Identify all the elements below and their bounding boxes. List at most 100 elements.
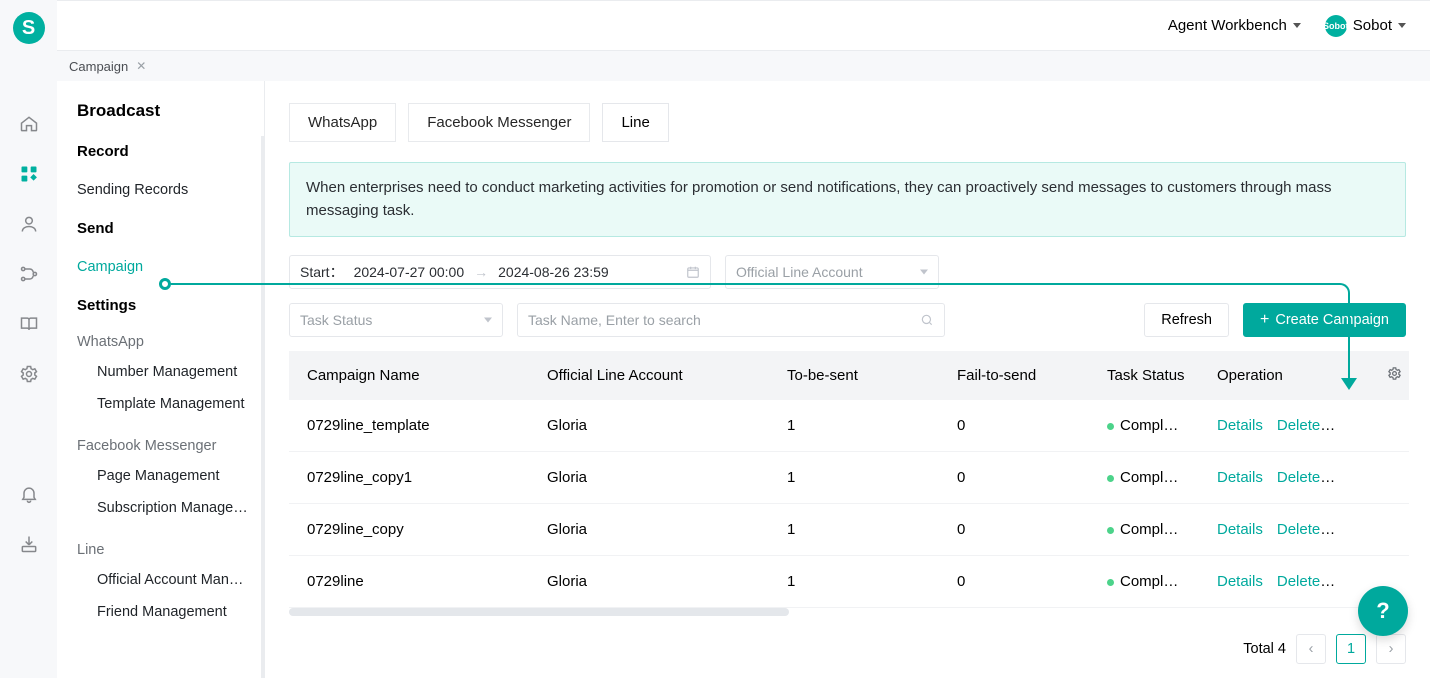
- pagination-page-1[interactable]: 1: [1336, 634, 1366, 664]
- avatar: Sobot: [1325, 15, 1347, 37]
- nav-item-subscription-management[interactable]: Subscription Manage…: [77, 492, 264, 524]
- range-end: 2024-08-26 23:59: [498, 264, 609, 280]
- cell-official-line-account: Gloria: [529, 504, 769, 556]
- nav-item-page-management[interactable]: Page Management: [77, 460, 264, 492]
- create-campaign-label: Create Campaign: [1275, 312, 1389, 328]
- pagination-prev-button[interactable]: ‹: [1296, 634, 1326, 664]
- official-line-account-select[interactable]: Official Line Account: [725, 255, 939, 289]
- apps-icon[interactable]: [19, 164, 39, 184]
- search-placeholder: Task Name, Enter to search: [528, 312, 701, 328]
- task-status-select[interactable]: Task Status: [289, 303, 503, 337]
- cell-to-be-sent: 1: [769, 452, 939, 504]
- details-link[interactable]: Details: [1217, 417, 1263, 434]
- user-icon[interactable]: [19, 214, 39, 234]
- workbench-label: Agent Workbench: [1168, 17, 1287, 34]
- cell-campaign-name: 0729line_copy1: [289, 452, 529, 504]
- cell-to-be-sent: 1: [769, 400, 939, 452]
- cell-empty: [1369, 504, 1409, 556]
- nav-item-friend-management[interactable]: Friend Management: [77, 596, 264, 628]
- caret-down-icon: [1398, 23, 1406, 28]
- user-menu[interactable]: Sobot Sobot: [1325, 15, 1406, 37]
- reuse-link[interactable]: Reuse: [1334, 521, 1369, 538]
- nav-subgroup-facebook: Facebook Messenger: [77, 432, 264, 460]
- table-row: 0729line_copy1Gloria10Comple… Details Dele…: [289, 452, 1409, 504]
- details-link[interactable]: Details: [1217, 469, 1263, 486]
- status-dot-icon: [1107, 423, 1114, 430]
- workbench-dropdown[interactable]: Agent Workbench: [1168, 17, 1301, 34]
- caret-down-icon: [1293, 23, 1301, 28]
- reuse-link[interactable]: Reuse: [1334, 469, 1369, 486]
- create-campaign-button[interactable]: + Create Campaign: [1243, 303, 1406, 337]
- cell-fail-to-send: 0: [939, 452, 1089, 504]
- page-tab-strip: Campaign ✕: [57, 51, 1430, 81]
- nav-item-number-management[interactable]: Number Management: [77, 356, 264, 388]
- page-tab-label[interactable]: Campaign: [69, 59, 128, 74]
- nav-subgroup-whatsapp: WhatsApp: [77, 328, 264, 356]
- top-header: Agent Workbench Sobot Sobot: [57, 0, 1430, 51]
- cell-campaign-name: 0729line: [289, 556, 529, 608]
- cell-operation: Details Delete Reuse: [1199, 452, 1369, 504]
- cell-official-line-account: Gloria: [529, 452, 769, 504]
- task-name-search-input[interactable]: Task Name, Enter to search: [517, 303, 945, 337]
- delete-link[interactable]: Delete: [1277, 573, 1320, 590]
- cell-campaign-name: 0729line_copy: [289, 504, 529, 556]
- tab-facebook-messenger[interactable]: Facebook Messenger: [408, 103, 590, 142]
- delete-link[interactable]: Delete: [1277, 469, 1320, 486]
- cell-campaign-name: 0729line_template: [289, 400, 529, 452]
- settings-icon[interactable]: [19, 364, 39, 384]
- range-start: 2024-07-27 00:00: [354, 264, 465, 280]
- table-row: 0729line_copyGloria10Comple…DetailsDelet…: [289, 504, 1409, 556]
- tab-line[interactable]: Line: [602, 103, 668, 142]
- bell-icon[interactable]: [19, 484, 39, 504]
- flow-icon[interactable]: [19, 264, 39, 284]
- home-icon[interactable]: [19, 114, 39, 134]
- status-dot-icon: [1107, 527, 1114, 534]
- cell-fail-to-send: 0: [939, 556, 1089, 608]
- channel-tabs: WhatsApp Facebook Messenger Line: [289, 103, 1406, 142]
- nav-item-campaign[interactable]: Campaign: [77, 251, 264, 283]
- nav-item-official-account-management[interactable]: Official Account Man…: [77, 564, 264, 596]
- pagination-next-button[interactable]: ›: [1376, 634, 1406, 664]
- cell-empty: [1369, 400, 1409, 452]
- main-content: WhatsApp Facebook Messenger Line When en…: [265, 81, 1430, 678]
- cell-to-be-sent: 1: [769, 504, 939, 556]
- date-range-input[interactable]: Start： 2024-07-27 00:00 → 2024-08-26 23:…: [289, 255, 711, 289]
- campaign-table: Campaign Name Official Line Account To-b…: [289, 351, 1406, 618]
- status-dot-icon: [1107, 475, 1114, 482]
- search-icon: [920, 313, 934, 327]
- delete-link[interactable]: Delete: [1277, 521, 1320, 538]
- calendar-icon: [686, 265, 700, 279]
- cell-task-status: Comple…: [1089, 452, 1199, 504]
- delete-link[interactable]: Delete: [1277, 417, 1320, 434]
- col-campaign-name: Campaign Name: [289, 351, 529, 400]
- tab-whatsapp[interactable]: WhatsApp: [289, 103, 396, 142]
- cell-task-status: Comple…: [1089, 400, 1199, 452]
- col-to-be-sent: To-be-sent: [769, 351, 939, 400]
- close-icon[interactable]: ✕: [136, 59, 146, 73]
- table-row: 0729line_templateGloria10Comple…DetailsD…: [289, 400, 1409, 452]
- cell-fail-to-send: 0: [939, 400, 1089, 452]
- horizontal-scrollbar[interactable]: [289, 606, 1406, 618]
- select-placeholder: Task Status: [300, 312, 372, 328]
- cell-official-line-account: Gloria: [529, 556, 769, 608]
- nav-group-settings: Settings: [77, 297, 264, 314]
- table-row: 0729lineGloria10Comple…DetailsDeleteReus…: [289, 556, 1409, 608]
- reuse-link[interactable]: Reuse: [1334, 417, 1369, 434]
- details-link[interactable]: Details: [1217, 573, 1263, 590]
- scrollbar-thumb[interactable]: [289, 608, 789, 616]
- help-fab[interactable]: ?: [1358, 586, 1408, 636]
- download-icon[interactable]: [19, 534, 39, 554]
- refresh-button[interactable]: Refresh: [1144, 303, 1229, 337]
- cell-fail-to-send: 0: [939, 504, 1089, 556]
- reuse-link[interactable]: Reuse: [1334, 573, 1369, 590]
- table-settings-button[interactable]: [1369, 351, 1409, 400]
- nav-item-sending-records[interactable]: Sending Records: [77, 174, 264, 206]
- brand-logo[interactable]: S: [13, 12, 45, 44]
- nav-group-record: Record: [77, 143, 264, 160]
- cell-operation: Details Delete Reuse: [1199, 504, 1369, 556]
- book-icon[interactable]: [19, 314, 39, 334]
- table-header-row: Campaign Name Official Line Account To-b…: [289, 351, 1409, 400]
- nav-item-template-management[interactable]: Template Management: [77, 388, 264, 420]
- details-link[interactable]: Details: [1217, 521, 1263, 538]
- plus-icon: +: [1260, 312, 1269, 328]
